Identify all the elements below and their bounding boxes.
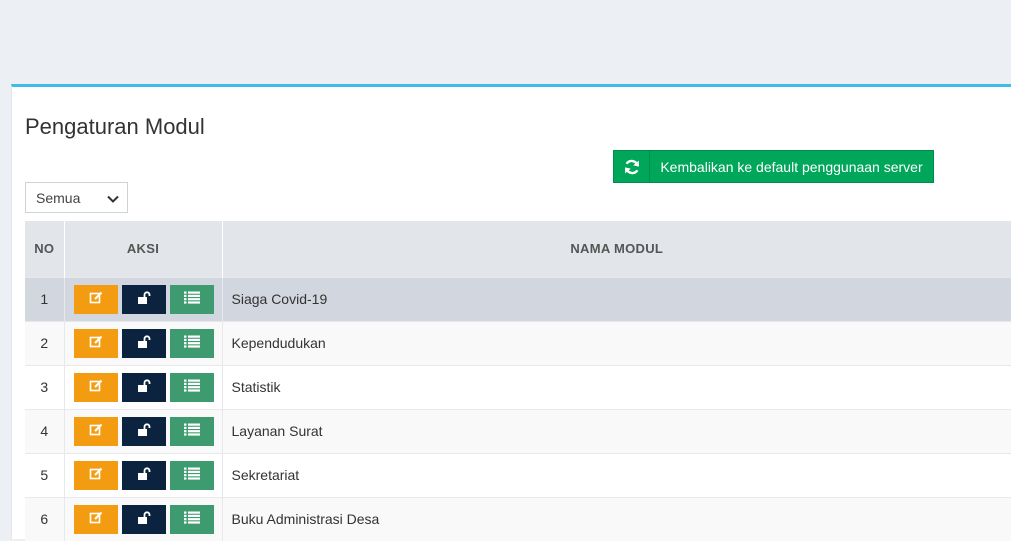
unlock-icon [137,290,151,308]
submodule-list-button[interactable] [169,284,214,314]
row-number: 5 [25,452,65,497]
row-actions [64,452,223,497]
row-number: 1 [25,276,65,321]
reset-default-button[interactable]: Kembalikan ke default penggunaan server [613,150,934,183]
unlock-icon [137,422,151,440]
row-number: 3 [25,364,65,409]
module-name: Layanan Surat [222,408,1011,453]
submodule-list-button[interactable] [169,504,214,534]
refresh-icon [614,151,650,182]
edit-icon [89,335,103,352]
edit-button[interactable] [73,372,118,402]
unlock-icon [137,378,151,396]
lock-toggle-button[interactable] [121,460,166,490]
header-nama-modul: NAMA MODUL [222,221,1011,277]
row-actions [64,496,223,541]
row-actions [64,364,223,409]
table-row[interactable]: 1 Siaga Covid-19 [25,276,1011,321]
row-number: 2 [25,320,65,365]
edit-icon [89,511,103,528]
row-actions [64,320,223,365]
list-icon [183,423,200,439]
module-name: Buku Administrasi Desa [222,496,1011,541]
table-header-row: NO AKSI NAMA MODUL [25,221,1011,277]
header-aksi: AKSI [64,221,223,277]
edit-button[interactable] [73,460,118,490]
module-name: Kependudukan [222,320,1011,365]
module-name: Statistik [222,364,1011,409]
page-title: Pengaturan Modul [25,114,205,139]
edit-icon [89,467,103,484]
list-icon [183,379,200,395]
header-no: NO [25,221,65,277]
row-number: 4 [25,408,65,453]
edit-button[interactable] [73,328,118,358]
lock-toggle-button[interactable] [121,416,166,446]
row-actions [64,276,223,321]
edit-icon [89,291,103,308]
table-row[interactable]: 5 Sekretariat [25,452,1011,497]
list-icon [183,335,200,351]
chevron-down-icon [107,190,119,206]
submodule-list-button[interactable] [169,416,214,446]
row-actions [64,408,223,453]
table-row[interactable]: 6 Buku Administrasi Desa [25,496,1011,541]
submodule-list-button[interactable] [169,460,214,490]
unlock-icon [137,466,151,484]
filter-selected-value: Semua [36,189,81,206]
unlock-icon [137,334,151,352]
module-filter-select[interactable]: Semua [25,182,128,213]
list-icon [183,467,200,483]
lock-toggle-button[interactable] [121,284,166,314]
table-row[interactable]: 4 Layanan Surat [25,408,1011,453]
table-row[interactable]: 3 Statistik [25,364,1011,409]
table-row[interactable]: 2 Kependudukan [25,320,1011,365]
edit-icon [89,379,103,396]
module-table: NO AKSI NAMA MODUL 1 Siaga Covid-19 2 Ke… [25,221,1011,541]
module-name: Sekretariat [222,452,1011,497]
row-number: 6 [25,496,65,541]
list-icon [183,291,200,307]
unlock-icon [137,511,151,528]
edit-icon [89,423,103,440]
module-settings-panel: Pengaturan Modul Kembalikan ke default p… [11,84,1011,541]
lock-toggle-button[interactable] [121,328,166,358]
lock-toggle-button[interactable] [121,372,166,402]
edit-button[interactable] [73,504,118,534]
edit-button[interactable] [73,416,118,446]
module-name: Siaga Covid-19 [222,276,1011,321]
reset-default-label: Kembalikan ke default penggunaan server [660,158,923,175]
submodule-list-button[interactable] [169,328,214,358]
lock-toggle-button[interactable] [121,504,166,534]
edit-button[interactable] [73,284,118,314]
submodule-list-button[interactable] [169,372,214,402]
list-icon [183,511,200,527]
